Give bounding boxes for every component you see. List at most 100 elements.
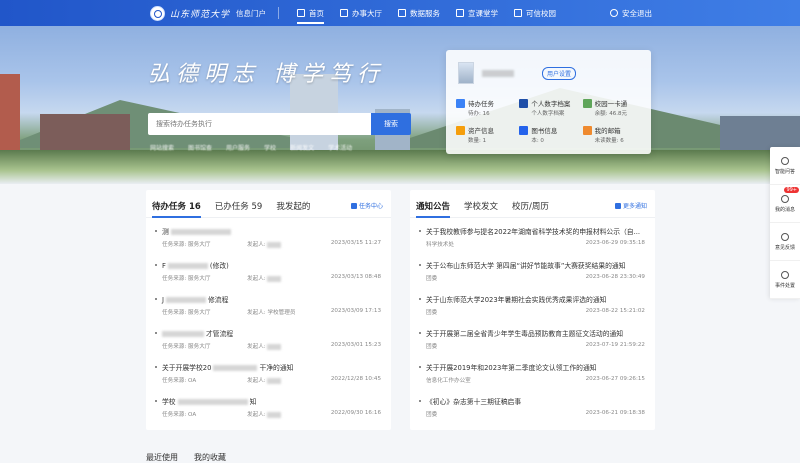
tab-school-documents[interactable]: 学校发文 [464,190,498,218]
shortcut-mailbox[interactable]: 我的邮箱 未读数量: 6 [582,125,646,144]
nav-item-classroom[interactable]: 宣课堂学 [448,0,506,26]
task-title-tail: 知 [249,398,257,406]
tab-initiated[interactable]: 我发起的 [276,190,310,218]
user-settings-button[interactable]: 用户设置 [542,67,577,80]
nav-label: 可信校园 [526,8,557,18]
tasks-tabs: 待办任务 16 已办任务 59 我发起的 任务中心 [146,190,391,218]
nav-label: 宣课堂学 [468,8,499,18]
tab-announcements[interactable]: 通知公告 [416,190,451,218]
redacted-text [267,241,282,248]
bottom-section-tabs: 最近使用 我的收藏 [146,452,226,463]
task-source: 任务来源: OA [162,378,197,384]
notice-date: 2023-06-28 23:30:49 [585,274,645,280]
list-item[interactable]: 关于山东师范大学2023年暑期社会实践优秀成果评选的通知 团委 2023-08-… [416,290,649,324]
bullet [155,298,157,300]
list-item[interactable]: 《初心》杂志第十三期征稿启事 团委 2023-06-21 09:18:38 [416,392,649,426]
message-count-badge: 99+ [784,187,799,193]
task-initiator: 发起人: [247,342,282,350]
shortcut-library[interactable]: 图书信息 本: 0 [519,125,582,144]
book-icon [519,126,529,135]
shortcut-todo-tasks[interactable]: 待办任务 待办: 16 [456,98,519,117]
tab-calendar[interactable]: 校历/周历 [512,190,549,218]
asset-icon [456,126,465,135]
quick-link[interactable]: 学校 [264,143,276,152]
school-motto: 弘德明志 博学笃行 [148,62,385,87]
tab-pending-tasks[interactable]: 待办任务 16 [152,190,201,218]
redacted-text [267,343,282,350]
notice-date: 2023-06-29 09:35:18 [585,240,645,246]
redacted-text [167,263,208,269]
feedback-button[interactable]: 意见反馈 [770,223,800,261]
quick-link[interactable]: 学术活动 [328,143,352,152]
task-title: J 修流程 [162,294,228,304]
task-title-text: J [162,296,165,304]
shortcut-assets[interactable]: 资产信息 数量: 1 [456,125,519,144]
search-button[interactable]: 搜索 [371,113,411,135]
task-date: 2023/03/13 08:48 [330,274,381,280]
task-initiator-text: 发起人: [247,276,268,282]
floating-toolbar: 智能问答 99+ 我的消息 意见反馈 事件处置 [770,147,800,299]
table-row[interactable]: 学校 知 任务来源: OA 发起人: 2022/09/30 16:16 [152,392,385,426]
bell-icon [781,194,789,203]
feedback-icon [781,232,789,241]
more-notices-link[interactable]: 更多通知 [614,201,647,210]
robot-icon [781,156,789,165]
quick-link[interactable]: 图书馆查 [188,143,212,152]
list-item[interactable]: 关于开展2019年和2023年第二季度论文认领工作的通知 信息化工作办公室 20… [416,358,649,392]
power-icon [610,9,618,17]
task-initiator-text: 发起人: [247,412,268,418]
task-center-link[interactable]: 任务中心 [350,201,383,210]
bullet [419,230,421,232]
event-handling-button[interactable]: 事件处置 [770,261,800,299]
bullet [155,332,157,334]
task-title: 学校 知 [162,396,256,406]
notice-title: 关于开展第二届全省青少年学生毒品预防教育主题征文活动的通知 [426,330,624,338]
shortcut-title: 图书信息 [531,127,558,135]
quick-link[interactable]: 网站搜索 [150,143,174,152]
redacted-text [162,331,204,337]
my-messages-button[interactable]: 99+ 我的消息 [770,185,800,223]
logout-button[interactable]: 安全退出 [610,0,652,26]
float-label: 事件处置 [774,282,795,289]
shortcut-title: 校园一卡通 [594,100,628,108]
school-seal-icon [150,5,165,21]
notice-source: 科学技术处 [426,242,454,248]
table-row[interactable]: 关于开展学校20 干净的通知 任务来源: OA 发起人: 2022/12/28 1… [152,358,385,392]
nav-item-home[interactable]: 首页 [289,0,332,26]
shortcut-campus-card[interactable]: 校园一卡通 余额: 46.8元 [582,98,646,117]
table-row[interactable]: 测 任务来源: 服务大厅 发起人: 2023/03/15 11:27 [152,222,385,256]
task-date: 2023/03/15 11:27 [330,240,381,246]
table-row[interactable]: J 修流程 任务来源: 服务大厅 发起人: 学校管理员 2023/03/09 17… [152,290,385,324]
list-item[interactable]: 关于开展第二届全省青少年学生毒品预防教育主题征文活动的通知 团委 2023-07… [416,324,649,358]
bullet [419,298,421,300]
list-item[interactable]: 关于公布山东师范大学 第四届“讲好节能故事”大赛获奖结果的通知 团委 2023-… [416,256,649,290]
notice-source: 信息化工作办公室 [426,378,471,384]
school-logo[interactable]: 山东师范大学 信息门户 [150,5,267,21]
task-initiator-text: 发起人: [247,378,268,384]
school-name: 山东师范大学 [170,9,231,20]
table-row[interactable]: 才管流程 任务来源: 服务大厅 发起人: 2023/03/01 15:23 [152,324,385,358]
tab-completed-tasks[interactable]: 已办任务 59 [215,190,263,218]
table-row[interactable]: F (修改) 任务来源: 服务大厅 发起人: 2023/03/13 08:48 [152,256,385,290]
campus-banner: 弘德明志 博学笃行 搜索 网站搜索 图书馆查 用户服务 学校 新闻发文 学术活动… [0,26,800,184]
bullet [155,400,157,402]
task-date: 2022/09/30 16:16 [330,410,381,416]
nav-item-service-hall[interactable]: 办事大厅 [332,0,390,26]
task-title-text: F [162,262,166,270]
shortcut-value: 未读数量: 6 [594,138,624,144]
smart-qa-button[interactable]: 智能问答 [770,147,800,185]
user-shortcuts: 待办任务 待办: 16 个人数字档案 个人数字档案 校园一卡通 余额: 46.8元 资… [456,98,646,144]
list-item[interactable]: 关于我校教师参与提名2022年湖南省科学技术奖的申报材料公示（自... 科学技术… [416,222,649,256]
search-input[interactable] [148,113,371,135]
quick-link[interactable]: 新闻发文 [290,143,314,152]
tab-recent[interactable]: 最近使用 [146,452,178,463]
nav-item-trusted-campus[interactable]: 可信校园 [506,0,564,26]
tab-favorites[interactable]: 我的收藏 [194,452,226,463]
nav-item-data-service[interactable]: 数据服务 [390,0,448,26]
quick-link[interactable]: 用户服务 [226,143,250,152]
shortcut-digital-archive[interactable]: 个人数字档案 个人数字档案 [519,98,582,117]
nav-label: 首页 [309,8,325,18]
more-notices-label: 更多通知 [622,203,647,210]
avatar[interactable] [458,62,474,84]
portal-label: 信息门户 [236,8,267,18]
